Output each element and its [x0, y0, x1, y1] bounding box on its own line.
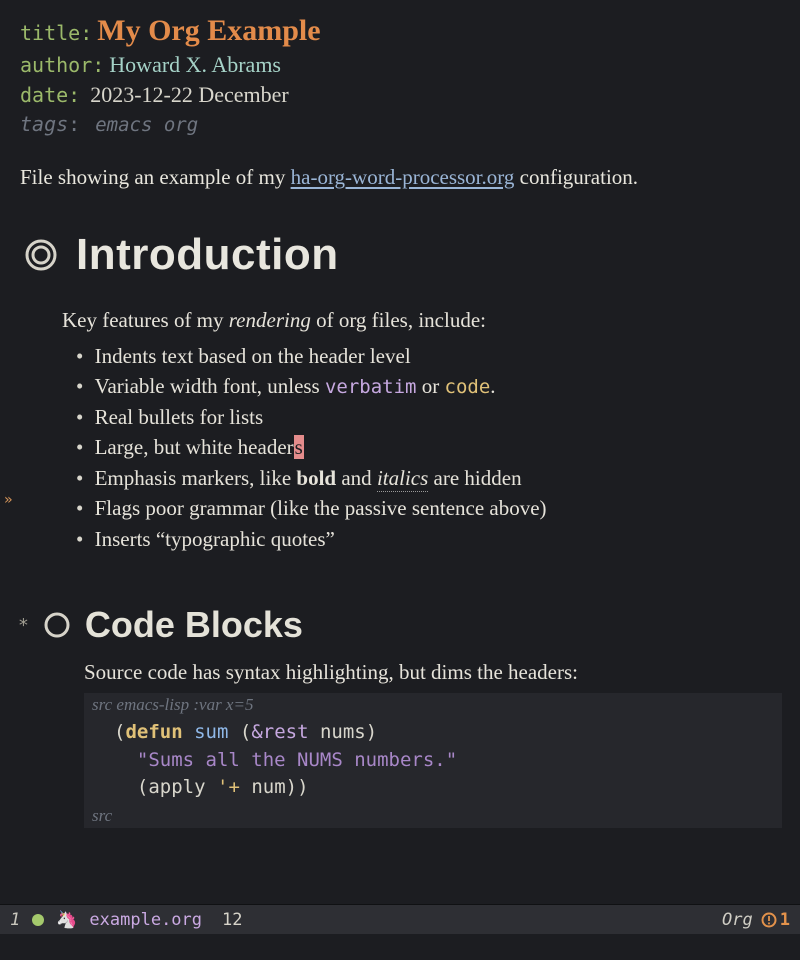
doc-title: My Org Example: [97, 14, 320, 47]
doc-author: Howard X. Abrams: [109, 52, 281, 77]
heading-bullet-icon: [43, 611, 71, 639]
config-link[interactable]: ha-org-word-processor.org: [291, 165, 515, 189]
list-item: Indents text based on the header level: [76, 341, 782, 371]
list-item: Real bullets for lists: [76, 402, 782, 432]
heading-text: Code Blocks: [85, 604, 303, 646]
meta-title-line: title: My Org Example: [20, 14, 782, 48]
code-blocks-body: Source code has syntax highlighting, but…: [84, 660, 782, 828]
meta-tags-line: tags: emacs org: [20, 112, 782, 137]
meta-key-tags: tags: [20, 112, 68, 136]
heading-bullet-icon: [24, 238, 58, 272]
warning-count: 1: [780, 910, 790, 930]
list-item: Variable width font, unless verbatim or …: [76, 371, 782, 402]
unicorn-icon: 🦄: [56, 910, 77, 930]
list-item: Flags poor grammar (like the passive sen…: [76, 493, 782, 523]
code-para: Source code has syntax highlighting, but…: [84, 660, 782, 685]
text-cursor: s: [294, 435, 304, 459]
list-item: Inserts “typographic quotes”: [76, 524, 782, 554]
line-number: 12: [222, 910, 242, 930]
window-number: 1: [10, 910, 20, 930]
minibuffer[interactable]: [0, 934, 800, 960]
list-item: Large, but white headers: [76, 432, 782, 462]
buffer-filename[interactable]: example.org: [89, 910, 202, 930]
feature-list: Indents text based on the header level V…: [76, 341, 782, 554]
intro-lede: Key features of my rendering of org file…: [62, 308, 782, 333]
buffer-status-icon: [32, 914, 44, 926]
src-begin-line: src emacs-lisp :var x=5: [92, 695, 774, 715]
list-item: Emphasis markers, like bold and italics …: [76, 463, 782, 493]
meta-date-line: date: 2023-12-22 December: [20, 82, 782, 108]
heading-code-blocks[interactable]: * Code Blocks: [20, 604, 782, 646]
meta-key-title: title: [20, 21, 80, 45]
src-end-line: src: [92, 806, 774, 826]
fringe-indicator-icon: »: [4, 492, 12, 508]
code-content: (defun sum (&rest nums) "Sums all the NU…: [92, 715, 774, 806]
meta-key-date: date: [20, 83, 68, 107]
source-block[interactable]: src emacs-lisp :var x=5 (defun sum (&res…: [84, 693, 782, 828]
doc-date: 2023-12-22 December: [90, 82, 289, 107]
intro-paragraph: File showing an example of my ha-org-wor…: [20, 165, 782, 190]
doc-tags: emacs org: [95, 114, 198, 136]
introduction-body: Key features of my rendering of org file…: [62, 308, 782, 554]
major-mode[interactable]: Org: [722, 910, 753, 930]
star-icon: *: [18, 615, 29, 636]
modeline[interactable]: 1 🦄 example.org 12 Org 1: [0, 904, 800, 934]
heading-introduction[interactable]: Introduction: [20, 230, 782, 280]
editor-buffer[interactable]: title: My Org Example author: Howard X. …: [0, 0, 800, 828]
meta-author-line: author: Howard X. Abrams: [20, 52, 782, 78]
meta-key-author: author: [20, 53, 92, 77]
flycheck-warning[interactable]: 1: [761, 910, 790, 930]
heading-text: Introduction: [76, 230, 339, 280]
